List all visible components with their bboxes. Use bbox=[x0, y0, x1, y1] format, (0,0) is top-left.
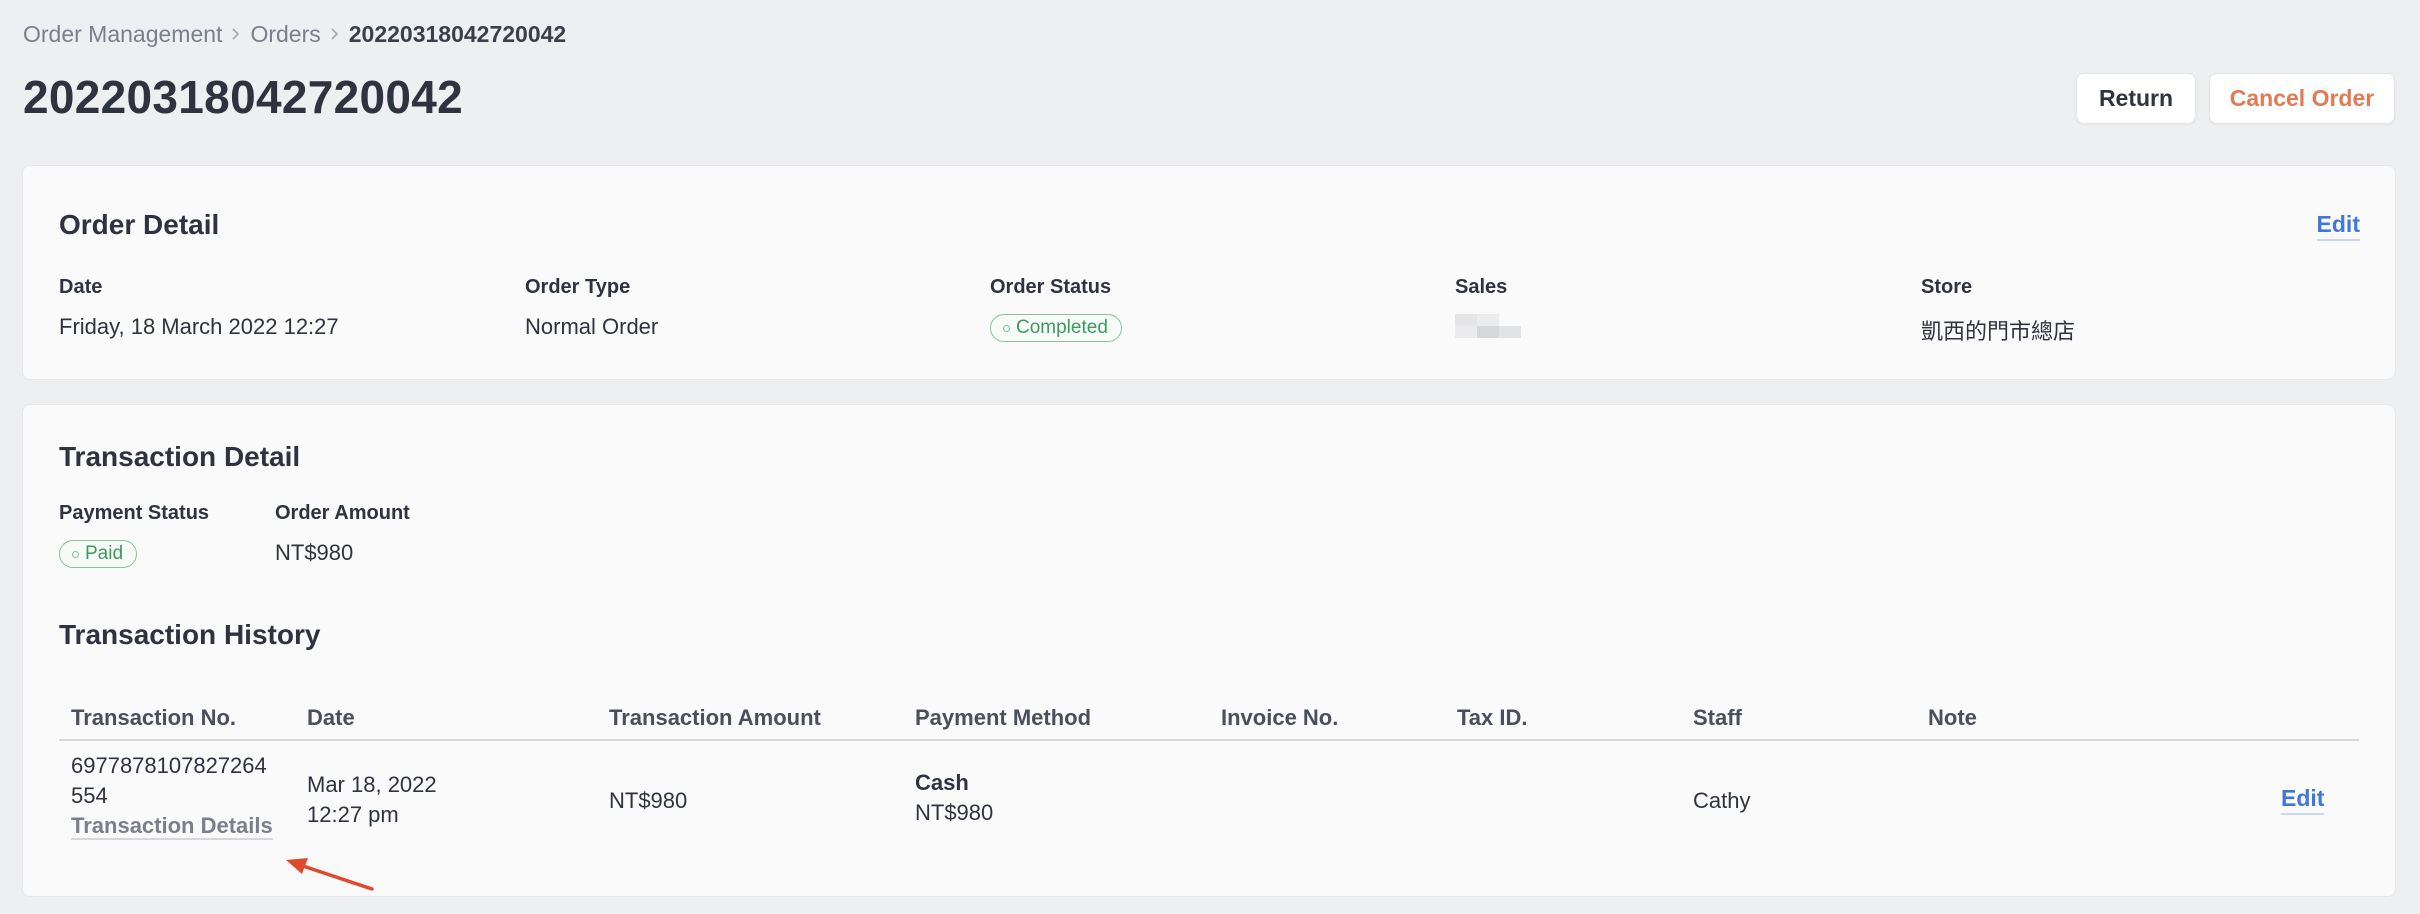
column-header-note: Note bbox=[1928, 705, 1977, 730]
order-type-label: Order Type bbox=[525, 276, 631, 298]
column-header-payment-method: Payment Method bbox=[915, 705, 1092, 730]
date-field: Date Friday, 18 March 2022 12:27 bbox=[59, 276, 339, 340]
transaction-edit-link[interactable]: Edit bbox=[2281, 785, 2325, 815]
transaction-details-link[interactable]: Transaction Details bbox=[71, 813, 273, 840]
staff-cell: Cathy bbox=[1693, 788, 1751, 813]
order-amount-field: Order Amount NT$980 bbox=[275, 502, 410, 566]
column-header-transaction-amount: Transaction Amount bbox=[609, 705, 821, 730]
breadcrumb: Order Management Orders 2022031804272004… bbox=[23, 18, 566, 50]
cancel-order-button[interactable]: Cancel Order bbox=[2209, 73, 2395, 124]
return-button[interactable]: Return bbox=[2076, 73, 2196, 124]
chevron-right-icon bbox=[321, 18, 349, 50]
order-status-label: Order Status bbox=[990, 276, 1112, 298]
transaction-amount-cell: NT$980 bbox=[609, 788, 688, 813]
column-header-staff: Staff bbox=[1693, 705, 1742, 730]
store-value: 凱西的門市總店 bbox=[1921, 319, 2076, 344]
date-line1: Mar 18, 2022 bbox=[307, 772, 437, 797]
order-detail-page: Order Management Orders 2022031804272004… bbox=[0, 0, 2420, 914]
breadcrumb-current-order: 20220318042720042 bbox=[348, 20, 567, 47]
payment-method-name: Cash bbox=[915, 770, 969, 795]
sales-field: Sales bbox=[1455, 276, 1521, 338]
date-cell: Mar 18, 2022 12:27 pm bbox=[307, 770, 437, 830]
payment-status-field: Payment Status Paid bbox=[59, 502, 209, 568]
status-dot-icon bbox=[1003, 324, 1010, 332]
transaction-history-title: Transaction History bbox=[59, 619, 321, 650]
status-dot-icon bbox=[72, 550, 79, 558]
breadcrumb-order-management[interactable]: Order Management bbox=[23, 21, 222, 48]
page-title: 20220318042720042 bbox=[23, 71, 464, 123]
column-header-invoice-no: Invoice No. bbox=[1221, 705, 1339, 730]
chevron-right-icon bbox=[222, 18, 250, 50]
payment-status-badge: Paid bbox=[59, 540, 138, 568]
payment-status-label: Payment Status bbox=[59, 502, 210, 524]
annotation-arrow-icon bbox=[286, 858, 374, 891]
store-field: Store 凱西的門市總店 bbox=[1921, 276, 2075, 346]
date-value: Friday, 18 March 2022 12:27 bbox=[59, 314, 339, 339]
breadcrumb-orders[interactable]: Orders bbox=[250, 21, 320, 48]
sales-label: Sales bbox=[1455, 276, 1508, 298]
sales-redacted-value bbox=[1455, 314, 1521, 338]
transaction-no-line1: 6977878107827264 bbox=[71, 753, 267, 778]
store-label: Store bbox=[1921, 276, 1973, 298]
transaction-detail-title: Transaction Detail bbox=[59, 441, 301, 472]
order-amount-value: NT$980 bbox=[275, 540, 354, 565]
column-header-date: Date bbox=[307, 705, 355, 730]
payment-method-cell: Cash NT$980 bbox=[915, 768, 993, 828]
column-header-tax-id: Tax ID. bbox=[1457, 705, 1528, 730]
column-header-transaction-no: Transaction No. bbox=[71, 705, 237, 730]
date-label: Date bbox=[59, 276, 103, 298]
transaction-table-header: Transaction No. Date Transaction Amount … bbox=[59, 691, 2359, 741]
date-line2: 12:27 pm bbox=[307, 802, 399, 827]
order-type-field: Order Type Normal Order bbox=[525, 276, 658, 340]
transaction-no-line2: 554 bbox=[71, 783, 108, 808]
order-type-value: Normal Order bbox=[525, 314, 659, 339]
order-amount-label: Order Amount bbox=[275, 502, 410, 524]
order-status-field: Order Status Completed bbox=[990, 276, 1122, 342]
transaction-no-cell: 6977878107827264 554 Transaction Details bbox=[71, 751, 273, 841]
order-status-value: Completed bbox=[1016, 317, 1108, 338]
transaction-detail-card: Transaction Detail Payment Status Paid O… bbox=[22, 404, 2396, 897]
order-detail-title: Order Detail bbox=[59, 209, 220, 240]
payment-status-value: Paid bbox=[85, 543, 124, 564]
table-row: 6977878107827264 554 Transaction Details… bbox=[59, 741, 2359, 871]
payment-method-amount: NT$980 bbox=[915, 800, 994, 825]
order-status-badge: Completed bbox=[990, 314, 1122, 342]
order-detail-edit-link[interactable]: Edit bbox=[2316, 211, 2360, 241]
order-detail-card: Order Detail Edit Date Friday, 18 March … bbox=[22, 165, 2396, 380]
